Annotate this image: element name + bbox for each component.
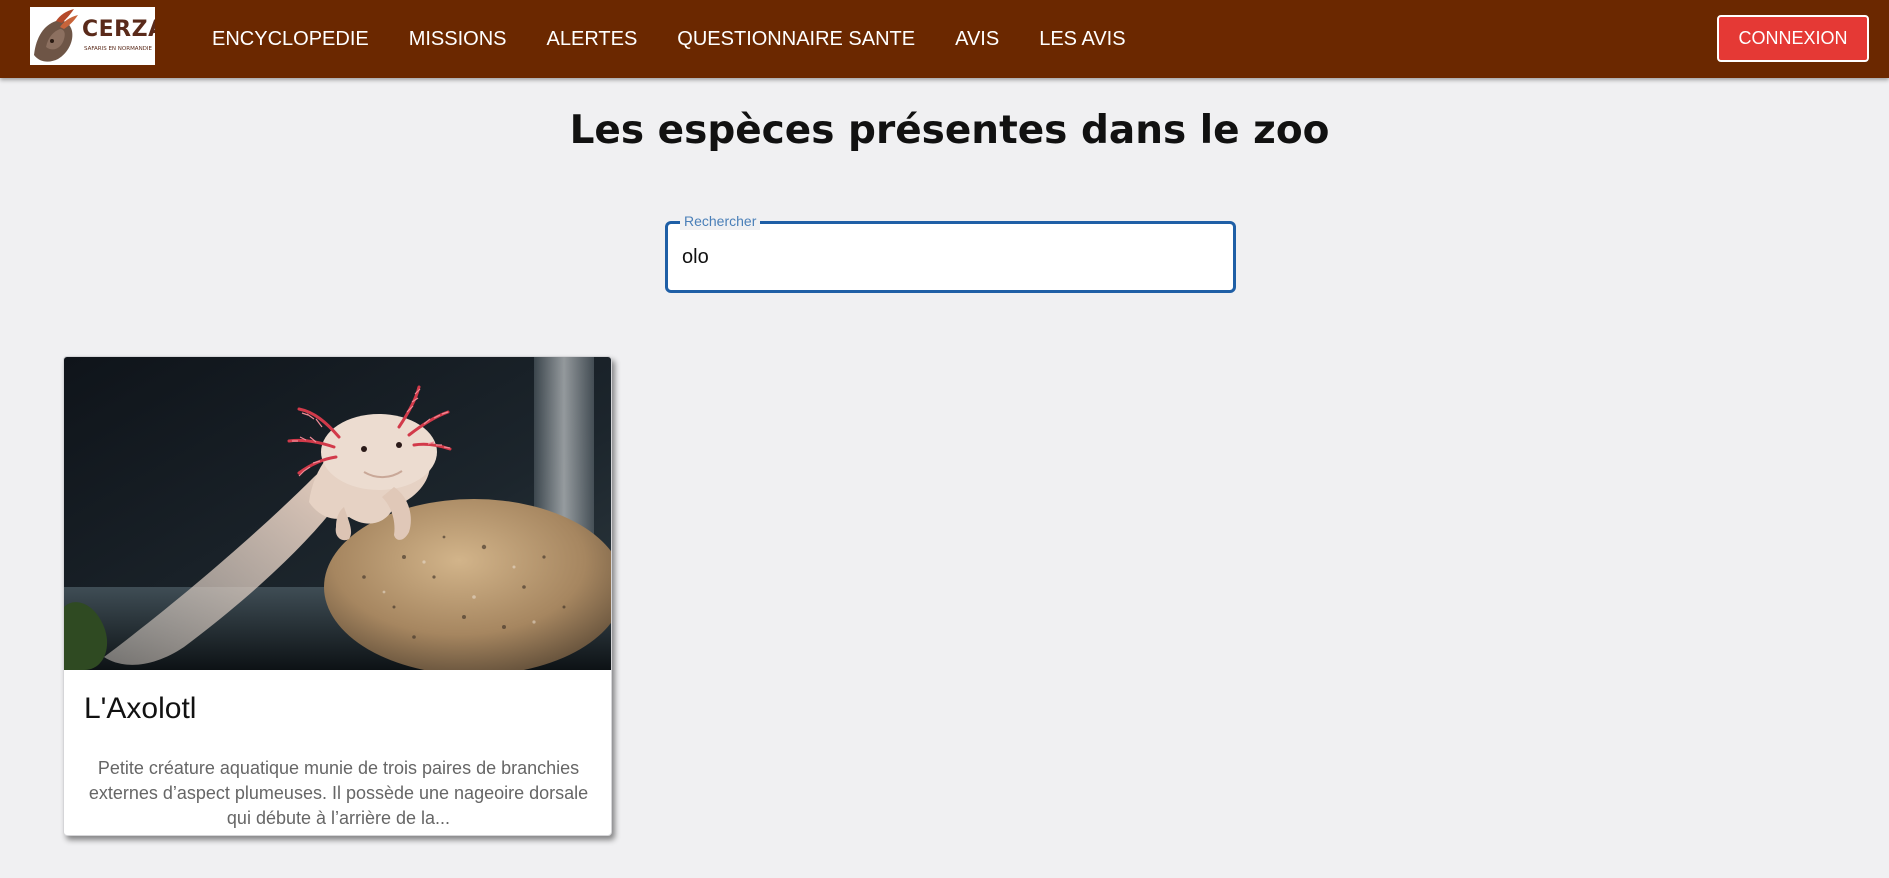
axolotl-image	[64, 357, 611, 670]
species-card[interactable]: L'Axolotl Petite créature aquatique muni…	[63, 356, 612, 836]
nav-item-avis[interactable]: AVIS	[955, 28, 999, 51]
brand-logo[interactable]: CERZA SAFARIS EN NORMANDIE	[30, 7, 155, 65]
top-navbar: CERZA SAFARIS EN NORMANDIE ENCYCLOPEDIE …	[0, 0, 1889, 78]
nav-item-encyclopedie[interactable]: ENCYCLOPEDIE	[212, 28, 369, 51]
nav-item-alertes[interactable]: ALERTES	[547, 28, 638, 51]
page-title: Les espèces présentes dans le zoo	[569, 108, 1330, 153]
species-description: Petite créature aquatique munie de trois…	[88, 758, 589, 828]
nav-item-les-avis[interactable]: LES AVIS	[1039, 28, 1125, 51]
login-button[interactable]: CONNEXION	[1717, 15, 1869, 62]
main-nav: ENCYCLOPEDIE MISSIONS ALERTES QUESTIONNA…	[212, 0, 1166, 78]
search-input[interactable]	[682, 240, 1212, 274]
brand-tagline: SAFARIS EN NORMANDIE	[84, 46, 153, 52]
card-body: L'Axolotl Petite créature aquatique muni…	[64, 670, 611, 835]
nav-item-missions[interactable]: MISSIONS	[409, 28, 507, 51]
search-label: Rechercher	[680, 212, 761, 230]
nav-item-questionnaire-sante[interactable]: QUESTIONNAIRE SANTE	[677, 28, 915, 51]
search-field: Rechercher	[666, 212, 1235, 292]
species-name: L'Axolotl	[84, 692, 197, 725]
rhino-logo-icon	[30, 7, 80, 65]
brand-name: CERZA	[82, 17, 155, 42]
